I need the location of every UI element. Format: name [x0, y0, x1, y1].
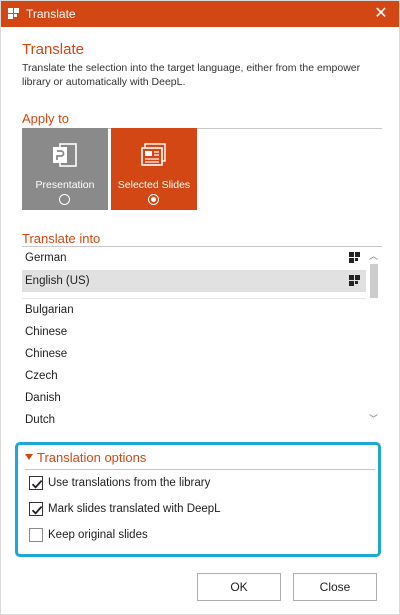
dialog-description: Translate the selection into the target … — [22, 62, 361, 88]
library-icon — [349, 252, 360, 263]
language-name: German — [25, 252, 67, 264]
language-item-chinese[interactable]: Chinese — [22, 321, 366, 343]
language-item-danish[interactable]: Danish — [22, 387, 366, 409]
close-button[interactable]: Close — [293, 573, 377, 601]
checkbox-box[interactable] — [29, 476, 43, 490]
checkbox-box[interactable] — [29, 502, 43, 516]
selected-slides-label: Selected Slides — [117, 179, 191, 191]
presentation-label: Presentation — [35, 179, 95, 191]
chevron-down-icon[interactable]: ﹀ — [367, 412, 380, 426]
apply-to-label: Apply to — [22, 111, 69, 126]
language-name: English (US) — [25, 275, 90, 287]
checkmark-icon — [31, 505, 43, 515]
dialog-heading: Translate — [22, 41, 84, 58]
presentation-radio[interactable] — [59, 194, 70, 205]
checkbox-box[interactable] — [29, 528, 43, 542]
translate-dialog: Translate ✕ Translate Translate the sele… — [0, 0, 400, 615]
window-title: Translate — [26, 7, 76, 21]
title-bar[interactable]: Translate ✕ — [1, 1, 399, 27]
language-list[interactable]: German English (US) Bulgarian Chinese Ch… — [22, 246, 380, 432]
apply-presentation-option[interactable]: Presentation — [22, 128, 108, 210]
translate-into-label: Translate into — [22, 231, 101, 246]
checkbox-label: Use translations from the library — [48, 477, 211, 489]
checkbox-label: Mark slides translated with DeepL — [48, 503, 221, 515]
close-icon[interactable]: ✕ — [371, 4, 391, 24]
checkbox-label: Keep original slides — [48, 529, 148, 541]
language-item-german[interactable]: German — [22, 247, 366, 269]
language-item-czech[interactable]: Czech — [22, 365, 366, 387]
translation-options-divider — [25, 469, 375, 470]
collapse-triangle-icon[interactable] — [25, 454, 33, 460]
translation-options-label[interactable]: Translation options — [37, 450, 146, 465]
empower-icon — [8, 8, 19, 19]
chevron-up-icon[interactable]: ︿ — [367, 249, 380, 263]
language-scrollbar[interactable]: ︿ ﹀ — [367, 246, 380, 432]
checkmark-icon — [31, 479, 43, 489]
library-icon — [349, 275, 360, 286]
selected-slides-radio[interactable] — [148, 194, 159, 205]
language-item-chinese[interactable]: Chinese — [22, 343, 366, 365]
ok-button[interactable]: OK — [197, 573, 281, 601]
language-item-dutch[interactable]: Dutch — [22, 409, 366, 431]
language-item-english-us[interactable]: English (US) — [22, 270, 366, 292]
apply-selected-slides-option[interactable]: Selected Slides — [111, 128, 197, 210]
powerpoint-icon — [53, 143, 77, 167]
scroll-thumb[interactable] — [370, 264, 378, 298]
slides-icon — [141, 143, 166, 166]
language-item-bulgarian[interactable]: Bulgarian — [22, 299, 366, 321]
